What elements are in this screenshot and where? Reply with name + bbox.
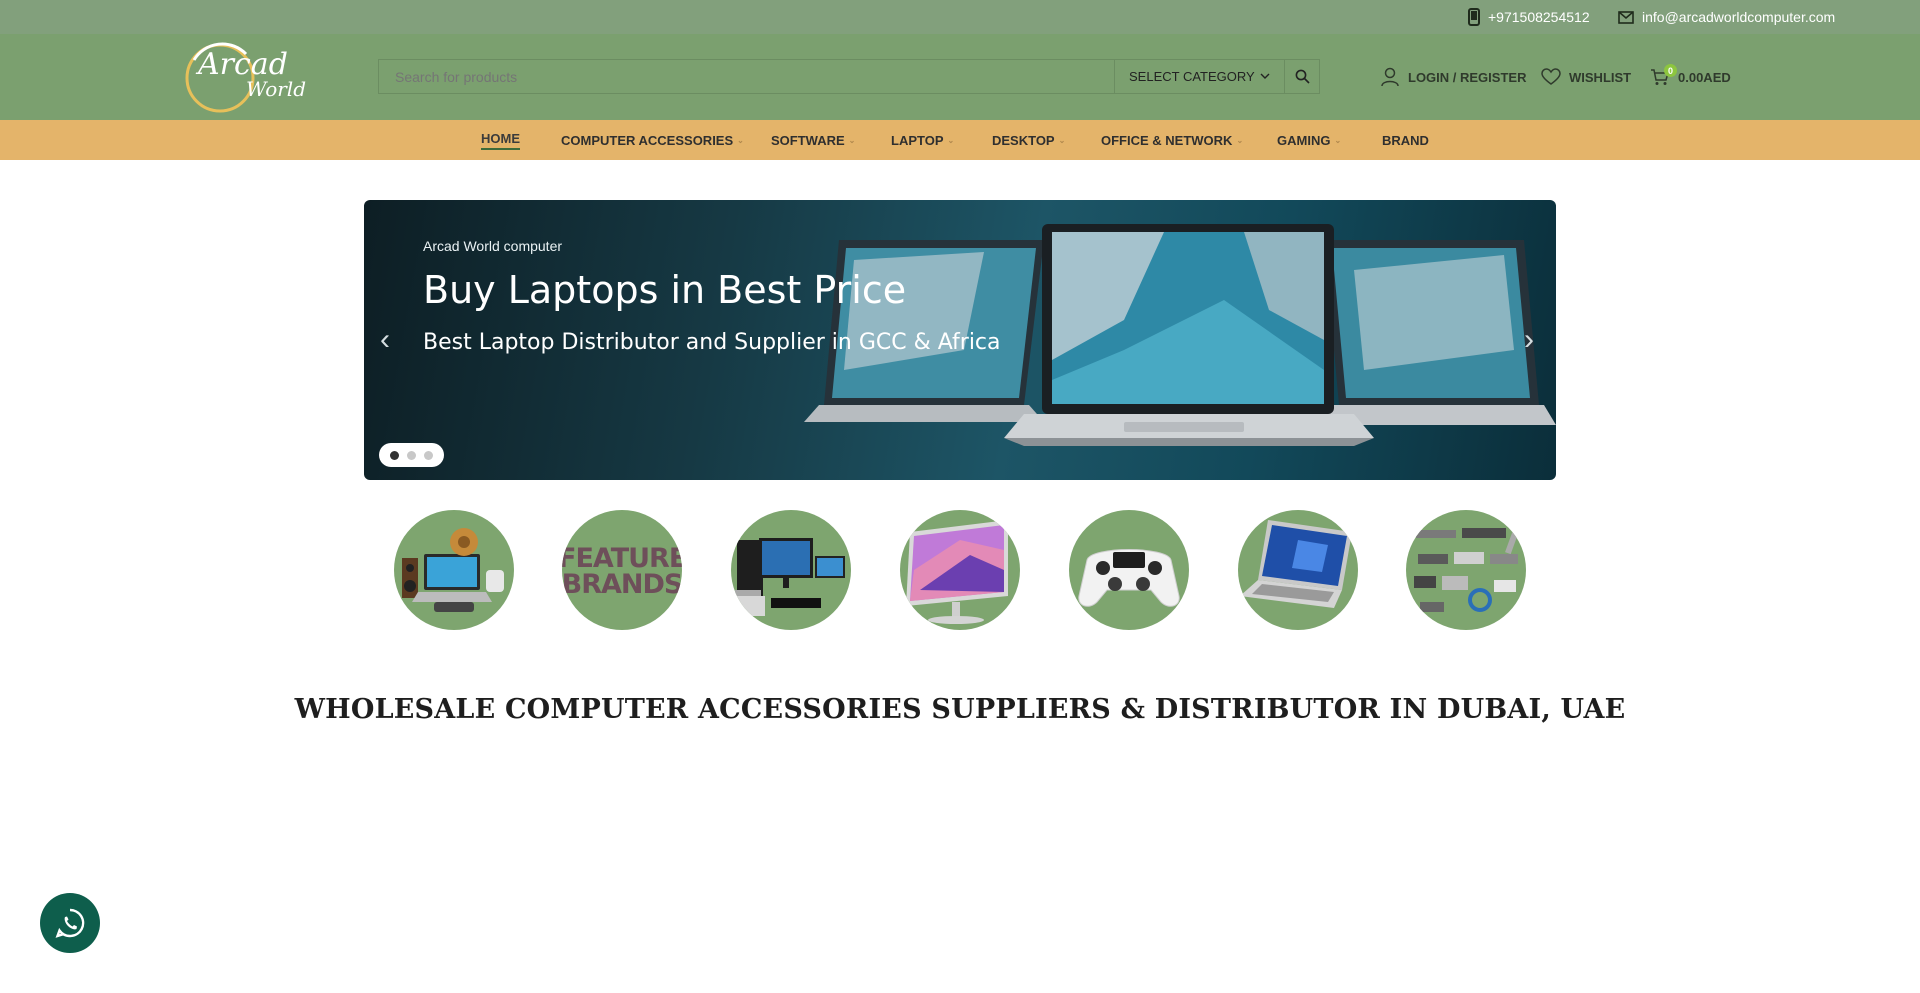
category-desktop[interactable] (731, 510, 851, 630)
slider-dot-3[interactable] (424, 450, 433, 460)
nav-item-home[interactable]: HOME (481, 120, 520, 160)
heart-icon (1541, 68, 1561, 85)
cart-link[interactable]: 0 0.00AED (1650, 34, 1731, 120)
main-navigation: HOME COMPUTER ACCESSORIES ⌄ SOFTWARE ⌄ LAP… (0, 120, 1920, 160)
desktop-image (731, 538, 845, 616)
nav-item-computer-accessories[interactable]: COMPUTER ACCESSORIES ⌄ (561, 120, 744, 160)
hero-subtitle: Best Laptop Distributor and Supplier in … (423, 330, 1001, 355)
nav-item-desktop[interactable]: DESKTOP ⌄ (992, 120, 1065, 160)
nav-item-software[interactable]: SOFTWARE ⌄ (771, 120, 855, 160)
category-featured-brands[interactable]: FEATURED BRANDS (562, 510, 682, 630)
chevron-down-icon (1260, 73, 1270, 79)
category-monitor[interactable] (900, 510, 1020, 630)
nav-item-brand[interactable]: BRAND (1382, 120, 1429, 160)
slider-next-button[interactable]: › (1524, 323, 1534, 357)
featured-brands-label: FEATURED BRANDS (562, 543, 682, 600)
category-row: FEATURED BRANDS (0, 510, 1920, 632)
site-header: Arcad World SELECT CATEGORY LOGIN / REGI… (0, 34, 1920, 120)
phone-number[interactable]: +971508254512 (1488, 9, 1590, 25)
cart-count-badge: 0 (1664, 64, 1677, 77)
category-office-network[interactable] (1406, 510, 1526, 630)
nav-item-laptop[interactable]: LAPTOP ⌄ (891, 120, 954, 160)
chevron-down-icon: ⌄ (1334, 135, 1342, 145)
category-gaming[interactable] (1069, 510, 1189, 630)
hero-slider[interactable]: Arcad World computer Buy Laptops in Best… (364, 200, 1556, 480)
monitor-image (906, 520, 1008, 624)
network-image (1414, 523, 1521, 612)
phone-contact[interactable]: +971508254512 (1468, 0, 1590, 34)
phone-icon (1468, 8, 1480, 26)
hero-kicker: Arcad World computer (423, 238, 563, 254)
cart-total: 0.00AED (1678, 69, 1731, 85)
chevron-down-icon: ⌄ (1236, 135, 1244, 145)
slider-dots (379, 443, 444, 467)
chevron-down-icon: ⌄ (1058, 135, 1066, 145)
page-headline: WHOLESALE COMPUTER ACCESSORIES SUPPLIERS… (294, 694, 1626, 725)
laptop-image (1240, 520, 1352, 608)
nav-item-gaming[interactable]: GAMING ⌄ (1277, 120, 1341, 160)
category-computer-accessories[interactable] (394, 510, 514, 630)
gamepad-image (1078, 549, 1180, 607)
slider-dot-2[interactable] (407, 450, 416, 460)
mail-icon (1618, 10, 1634, 24)
svg-text:World: World (246, 77, 306, 101)
category-select[interactable]: SELECT CATEGORY (1114, 60, 1284, 93)
search-button[interactable] (1284, 60, 1319, 93)
top-bar: +971508254512 info@arcadworldcomputer.co… (0, 0, 1920, 34)
wishlist-label: WISHLIST (1569, 69, 1632, 85)
chevron-down-icon: ⌄ (737, 135, 744, 145)
search-icon (1295, 69, 1310, 84)
whatsapp-icon (55, 908, 85, 938)
nav-item-office-network[interactable]: OFFICE & NETWORK ⌄ (1101, 120, 1243, 160)
site-logo[interactable]: Arcad World (184, 40, 318, 116)
chevron-down-icon: ⌄ (848, 135, 856, 145)
product-search: SELECT CATEGORY (378, 59, 1320, 94)
login-register-link[interactable]: LOGIN / REGISTER (1380, 34, 1526, 120)
email-address[interactable]: info@arcadworldcomputer.com (1642, 9, 1835, 25)
user-icon (1381, 67, 1399, 87)
hero-title: Buy Laptops in Best Price (423, 268, 907, 312)
wishlist-link[interactable]: WISHLIST (1541, 34, 1631, 120)
chevron-down-icon: ⌄ (947, 135, 955, 145)
accessories-image (402, 528, 504, 612)
login-register-label: LOGIN / REGISTER (1408, 69, 1527, 85)
email-contact[interactable]: info@arcadworldcomputer.com (1618, 0, 1835, 34)
slider-dot-1[interactable] (390, 450, 399, 460)
whatsapp-chat-button[interactable] (40, 893, 100, 953)
category-select-label: SELECT CATEGORY (1129, 69, 1255, 84)
slider-prev-button[interactable]: ‹ (380, 323, 390, 357)
category-laptop[interactable] (1238, 510, 1358, 630)
search-input[interactable] (379, 60, 1114, 93)
